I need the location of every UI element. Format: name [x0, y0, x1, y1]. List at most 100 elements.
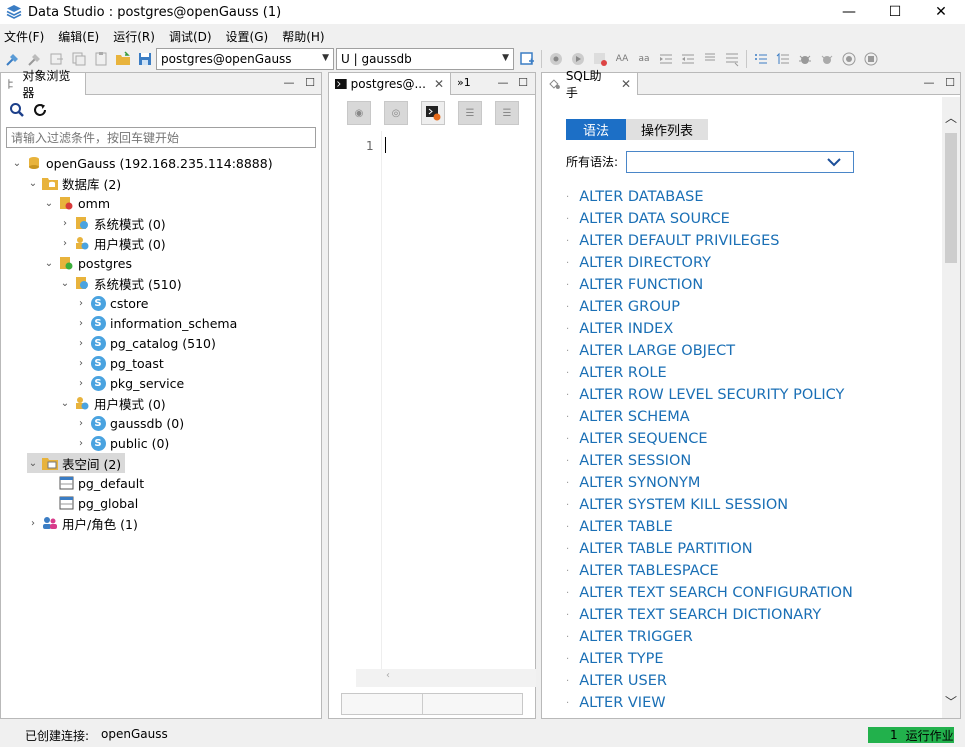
syntax-item[interactable]: · ALTER INDEX	[566, 321, 673, 337]
syntax-item[interactable]: · ALTER VIEW	[566, 695, 666, 711]
scroll-left-icon[interactable]: ‹	[386, 670, 390, 681]
database-select[interactable]: U | gaussdb ▼	[336, 48, 514, 70]
uppercase-icon[interactable]: AA	[613, 50, 631, 68]
menu-help[interactable]: 帮助(H)	[282, 28, 324, 45]
new-editor-icon[interactable]	[518, 50, 536, 68]
lowercase-icon[interactable]: aa	[635, 50, 653, 68]
syntax-select[interactable]	[626, 151, 854, 173]
chevron-down-icon[interactable]: ⌄	[59, 278, 71, 289]
syntax-item[interactable]: · ALTER GROUP	[566, 299, 680, 315]
chevron-right-icon[interactable]: ›	[59, 218, 71, 229]
tree-item-schema-pg-toast[interactable]: › S pg_toast	[75, 353, 164, 373]
tab-overflow-button[interactable]: »1	[457, 76, 471, 89]
scrollbar-thumb[interactable]	[945, 133, 957, 263]
close-tab-icon[interactable]: ✕	[434, 77, 444, 91]
tree-item-databases[interactable]: ⌄ 数据库 (2)	[27, 173, 121, 193]
copy-icon[interactable]	[70, 50, 88, 68]
menu-settings[interactable]: 设置(G)	[226, 28, 269, 45]
syntax-item[interactable]: · ALTER DIRECTORY	[566, 255, 711, 271]
tree-item-schema-cstore[interactable]: › S cstore	[75, 293, 149, 313]
align-bottom-icon[interactable]: ☰	[495, 101, 519, 125]
indent-icon[interactable]	[657, 50, 675, 68]
maximize-panel-icon[interactable]: ☐	[304, 77, 316, 89]
syntax-item[interactable]: · ALTER TABLE PARTITION	[566, 541, 753, 557]
tree-item-omm-user-schema[interactable]: › 用户模式 (0)	[59, 233, 166, 253]
chevron-right-icon[interactable]: ›	[75, 438, 87, 449]
open-folder-icon[interactable]	[114, 50, 132, 68]
sort-icon[interactable]	[774, 50, 792, 68]
tree-item-postgres-system-schema[interactable]: ⌄ 系统模式 (510)	[59, 273, 182, 293]
syntax-item[interactable]: · ALTER SYSTEM KILL SESSION	[566, 497, 788, 513]
tree-item-postgres-user-schema[interactable]: ⌄ 用户模式 (0)	[59, 393, 166, 413]
menu-edit[interactable]: 编辑(E)	[58, 28, 99, 45]
execute-icon[interactable]	[547, 50, 565, 68]
minimize-button[interactable]: —	[826, 0, 872, 24]
scroll-down-icon[interactable]: ﹀	[945, 693, 957, 710]
tree-item-schema-public[interactable]: › S public (0)	[75, 433, 169, 453]
save-icon[interactable]	[136, 50, 154, 68]
syntax-item[interactable]: · ALTER TABLE	[566, 519, 673, 535]
tab-operation-list[interactable]: 操作列表	[626, 119, 708, 140]
terminate-icon[interactable]	[862, 50, 880, 68]
tree-item-schema-gaussdb[interactable]: › S gaussdb (0)	[75, 413, 184, 433]
chevron-down-icon[interactable]: ⌄	[43, 198, 55, 209]
chevron-right-icon[interactable]: ›	[75, 338, 87, 349]
minimize-panel-icon[interactable]: —	[283, 77, 295, 89]
chevron-right-icon[interactable]: ›	[75, 418, 87, 429]
sql-editor-area[interactable]	[383, 131, 535, 669]
syntax-item[interactable]: · ALTER SEQUENCE	[566, 431, 708, 447]
tree-item-omm-system-schema[interactable]: › 系统模式 (0)	[59, 213, 166, 233]
running-jobs-indicator[interactable]: 1 运行作业	[868, 727, 954, 743]
minimize-panel-icon[interactable]: —	[497, 77, 509, 89]
tree-item-postgres[interactable]: ⌄ postgres	[43, 253, 132, 273]
menu-run[interactable]: 运行(R)	[113, 28, 155, 45]
tree-item-schema-information[interactable]: › S information_schema	[75, 313, 237, 333]
outdent-icon[interactable]	[679, 50, 697, 68]
maximize-panel-icon[interactable]: ☐	[517, 77, 529, 89]
tab-postgres-editor[interactable]: postgres@... ✕	[329, 73, 451, 95]
list-icon[interactable]	[752, 50, 770, 68]
syntax-item[interactable]: · ALTER TYPE	[566, 651, 664, 667]
tree-item-pg-default[interactable]: pg_default	[55, 473, 144, 493]
tab-syntax[interactable]: 语法	[566, 119, 626, 140]
execute-sql-icon[interactable]: ◉	[347, 101, 371, 125]
syntax-item[interactable]: · ALTER FUNCTION	[566, 277, 703, 293]
stop-debug-icon[interactable]	[591, 50, 609, 68]
tree-item-server[interactable]: ⌄ openGauss (192.168.235.114:8888)	[11, 153, 273, 173]
search-icon[interactable]	[9, 102, 25, 121]
menu-debug[interactable]: 调试(D)	[169, 28, 212, 45]
menu-file[interactable]: 文件(F)	[4, 28, 44, 45]
chevron-down-icon[interactable]: ⌄	[27, 458, 39, 469]
syntax-item[interactable]: · ALTER SESSION	[566, 453, 691, 469]
close-tab-icon[interactable]: ✕	[621, 77, 631, 91]
execute-step-icon[interactable]: ◎	[384, 101, 408, 125]
syntax-item[interactable]: · ALTER SYNONYM	[566, 475, 700, 491]
disconnect-icon[interactable]	[26, 50, 44, 68]
chevron-down-icon[interactable]: ⌄	[59, 398, 71, 409]
chevron-down-icon[interactable]: ⌄	[43, 258, 55, 269]
format-icon[interactable]	[723, 50, 741, 68]
chevron-right-icon[interactable]: ›	[75, 318, 87, 329]
syntax-item[interactable]: · ALTER TEXT SEARCH CONFIGURATION	[566, 585, 853, 601]
syntax-item[interactable]: · ALTER DATABASE	[566, 189, 703, 205]
syntax-item[interactable]: · ALTER TABLESPACE	[566, 563, 719, 579]
continue-icon[interactable]	[840, 50, 858, 68]
vertical-scrollbar[interactable]: ︿ ﹀	[942, 97, 960, 718]
syntax-item[interactable]: · ALTER TRIGGER	[566, 629, 693, 645]
maximize-panel-icon[interactable]: ☐	[944, 77, 956, 89]
chevron-down-icon[interactable]: ⌄	[27, 178, 39, 189]
chevron-down-icon[interactable]: ⌄	[11, 158, 23, 169]
chevron-right-icon[interactable]: ›	[59, 238, 71, 249]
tree-item-pg-global[interactable]: pg_global	[55, 493, 138, 513]
syntax-item[interactable]: · ALTER SCHEMA	[566, 409, 690, 425]
syntax-item[interactable]: · ALTER DATA SOURCE	[566, 211, 730, 227]
scroll-up-icon[interactable]: ︿	[945, 109, 957, 126]
step-icon[interactable]	[569, 50, 587, 68]
tree-item-schema-pkg-service[interactable]: › S pkg_service	[75, 373, 184, 393]
align-top-icon[interactable]: ☰	[458, 101, 482, 125]
syntax-item[interactable]: · ALTER LARGE OBJECT	[566, 343, 735, 359]
export-icon[interactable]	[48, 50, 66, 68]
tree-item-schema-pg-catalog[interactable]: › S pg_catalog (510)	[75, 333, 216, 353]
tree-item-omm[interactable]: ⌄ omm	[43, 193, 110, 213]
maximize-button[interactable]: ☐	[872, 0, 918, 24]
